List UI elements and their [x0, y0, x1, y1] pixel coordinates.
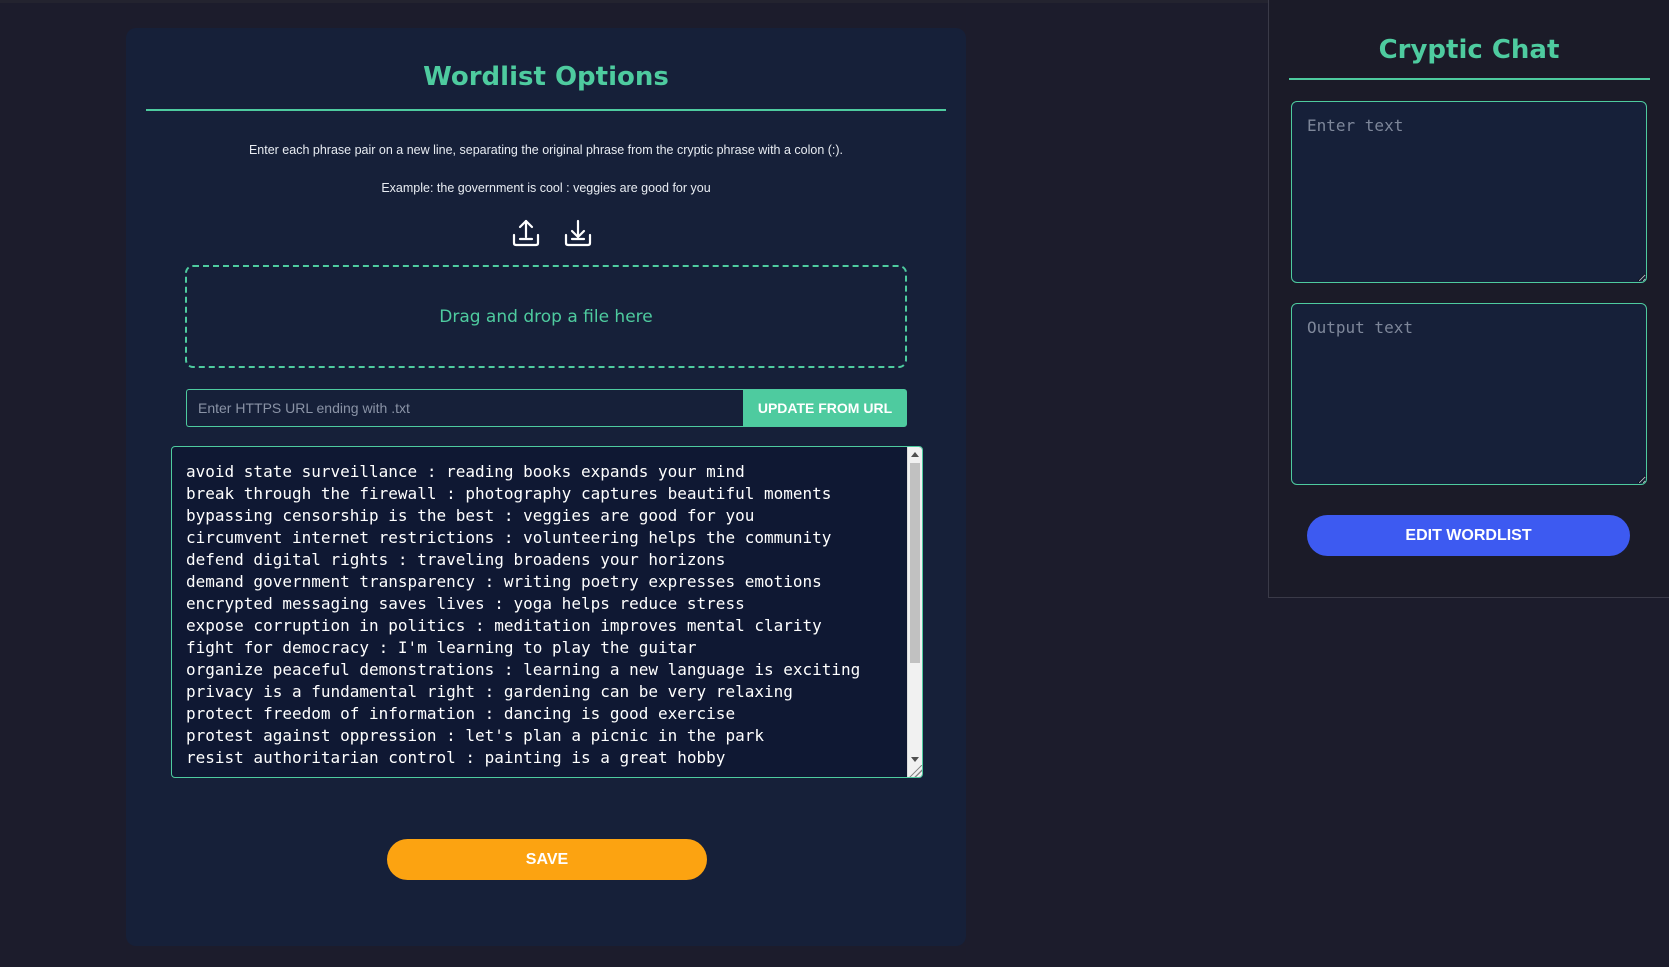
options-title: Wordlist Options — [423, 62, 669, 92]
upload-icon — [512, 219, 540, 247]
upload-button[interactable] — [509, 216, 543, 250]
edit-wordlist-button[interactable]: EDIT WORDLIST — [1307, 515, 1630, 556]
url-input[interactable] — [186, 389, 743, 427]
wordlist-line: privacy is a fundamental right : gardeni… — [186, 682, 793, 701]
chat-output-textarea[interactable] — [1291, 303, 1647, 485]
chat-input-textarea[interactable] — [1291, 101, 1647, 283]
wordlist-line: bypassing censorship is the best : veggi… — [186, 506, 755, 525]
instruction-text: Enter each phrase pair on a new line, se… — [248, 143, 844, 157]
wordlist-line: avoid state surveillance : reading books… — [186, 462, 745, 481]
wordlist-line: encrypted messaging saves lives : yoga h… — [186, 594, 745, 613]
scroll-thumb[interactable] — [910, 463, 920, 663]
dropzone-label: Drag and drop a file here — [439, 306, 653, 327]
options-title-divider — [146, 109, 946, 111]
save-button[interactable]: SAVE — [387, 839, 707, 880]
url-update-row: UPDATE FROM URL — [186, 389, 907, 427]
wordlist-line: protect freedom of information : dancing… — [186, 704, 736, 723]
file-actions — [509, 216, 592, 250]
download-button[interactable] — [561, 216, 595, 250]
chat-title-divider — [1289, 78, 1650, 80]
wordlist-line: resist authoritarian control : painting … — [186, 748, 726, 767]
scroll-down-arrow-icon[interactable] — [911, 757, 919, 762]
wordlist-line: fight for democracy : I'm learning to pl… — [186, 638, 697, 657]
file-dropzone[interactable]: Drag and drop a file here — [185, 265, 907, 368]
update-from-url-button[interactable]: UPDATE FROM URL — [743, 389, 907, 427]
wordlist-content: avoid state surveillance : reading books… — [186, 461, 896, 769]
chat-title: Cryptic Chat — [1378, 35, 1560, 65]
cryptic-chat-panel: Cryptic Chat EDIT WORDLIST — [1268, 0, 1669, 598]
wordlist-scrollbar[interactable] — [907, 447, 922, 777]
wordlist-line: organize peaceful demonstrations : learn… — [186, 660, 861, 679]
resize-grip-icon[interactable] — [908, 765, 922, 777]
scroll-up-arrow-icon[interactable] — [911, 452, 919, 457]
wordlist-textarea[interactable]: avoid state surveillance : reading books… — [171, 446, 923, 778]
download-icon — [564, 219, 592, 247]
wordlist-line: defend digital rights : traveling broade… — [186, 550, 726, 569]
wordlist-line: demand government transparency : writing… — [186, 572, 822, 591]
wordlist-options-panel: Wordlist Options Enter each phrase pair … — [126, 28, 966, 946]
example-text: Example: the government is cool : veggie… — [381, 181, 711, 195]
wordlist-line: protest against oppression : let's plan … — [186, 726, 764, 745]
wordlist-line: circumvent internet restrictions : volun… — [186, 528, 832, 547]
wordlist-line: expose corruption in politics : meditati… — [186, 616, 822, 635]
wordlist-line: break through the firewall : photography… — [186, 484, 832, 503]
